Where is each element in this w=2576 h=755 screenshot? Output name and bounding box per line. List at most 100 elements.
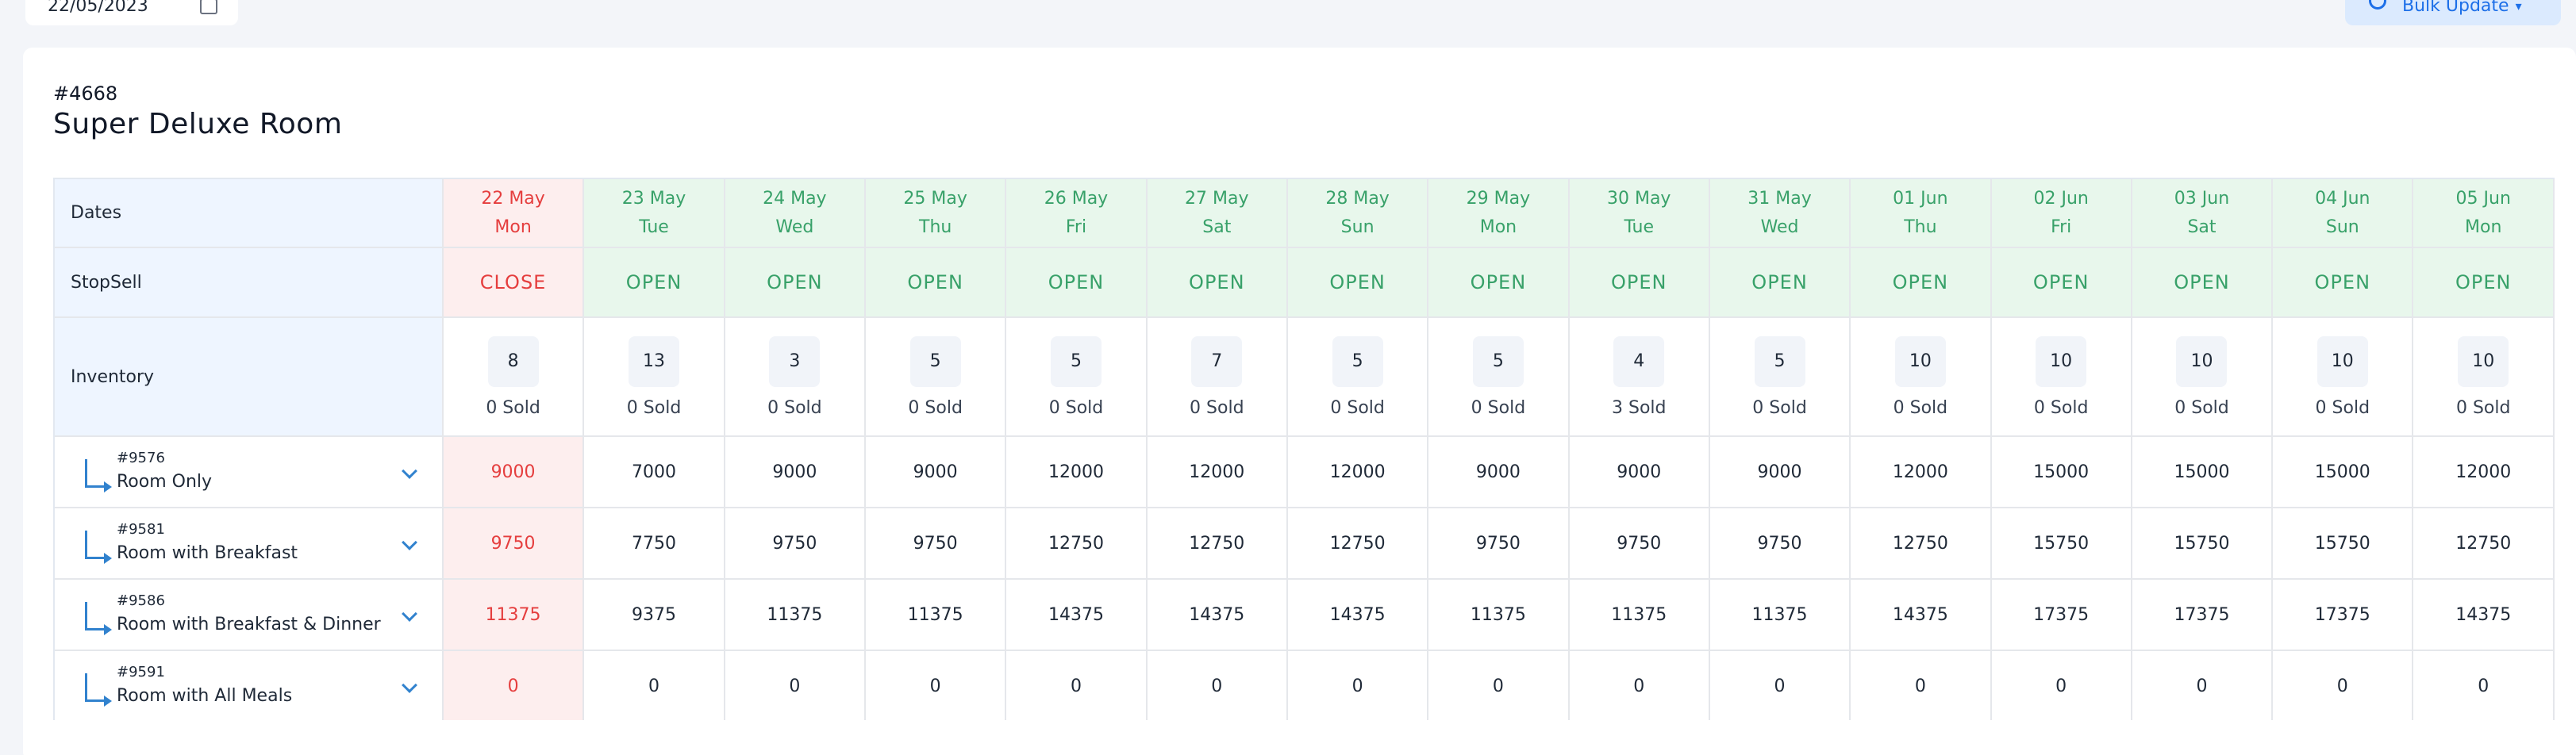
stopsell-cell[interactable]: OPEN bbox=[1850, 247, 1992, 318]
stopsell-toggle[interactable]: OPEN bbox=[1611, 271, 1667, 293]
rate-cell[interactable]: 0 bbox=[1146, 650, 1288, 720]
stopsell-toggle[interactable]: OPEN bbox=[1893, 271, 1948, 293]
rate-cell[interactable]: 0 bbox=[2413, 650, 2555, 720]
rate-cell[interactable]: 14375 bbox=[1850, 579, 1992, 651]
rate-value[interactable]: 12000 bbox=[1189, 462, 1244, 482]
rate-value[interactable]: 9000 bbox=[491, 462, 536, 482]
rate-cell[interactable]: 14375 bbox=[1146, 579, 1288, 651]
stopsell-toggle[interactable]: OPEN bbox=[1329, 271, 1385, 293]
rate-cell[interactable]: 0 bbox=[724, 650, 867, 720]
stopsell-toggle[interactable]: OPEN bbox=[2174, 271, 2229, 293]
rate-value[interactable]: 9750 bbox=[913, 534, 958, 554]
rate-value[interactable]: 15000 bbox=[2174, 462, 2229, 482]
stopsell-cell[interactable]: OPEN bbox=[1709, 247, 1851, 318]
rate-cell[interactable]: 14375 bbox=[1005, 579, 1148, 651]
rate-value[interactable]: 0 bbox=[508, 676, 519, 696]
chevron-down-icon[interactable] bbox=[401, 606, 417, 622]
rate-cell[interactable]: 0 bbox=[1850, 650, 1992, 720]
rate-cell[interactable]: 0 bbox=[2272, 650, 2414, 720]
rate-cell[interactable]: 12750 bbox=[1005, 508, 1148, 580]
rate-value[interactable]: 17375 bbox=[2033, 605, 2089, 625]
rate-value[interactable]: 0 bbox=[1493, 676, 1504, 696]
rate-plan-label[interactable]: #9581 Room with Breakfast bbox=[55, 508, 444, 580]
inventory-input[interactable]: 10 bbox=[2036, 335, 2087, 387]
rate-value[interactable]: 0 bbox=[2055, 676, 2067, 696]
rate-plan-label[interactable]: #9586 Room with Breakfast & Dinner bbox=[55, 579, 444, 651]
rate-value[interactable]: 12750 bbox=[2455, 534, 2511, 554]
rate-cell[interactable]: 0 bbox=[1568, 650, 1710, 720]
rate-cell[interactable]: 9000 bbox=[1568, 436, 1710, 508]
rate-cell[interactable]: 11375 bbox=[1428, 579, 1570, 651]
rate-value[interactable]: 9750 bbox=[491, 534, 536, 554]
rate-value[interactable]: 9750 bbox=[772, 534, 817, 554]
inventory-input[interactable]: 5 bbox=[1050, 335, 1102, 387]
rate-value[interactable]: 14375 bbox=[1893, 605, 1948, 625]
inventory-input[interactable]: 10 bbox=[1894, 335, 1946, 387]
rate-value[interactable]: 0 bbox=[1352, 676, 1363, 696]
rate-value[interactable]: 9750 bbox=[1617, 534, 1661, 554]
rate-cell[interactable]: 17375 bbox=[2272, 579, 2414, 651]
inventory-input[interactable]: 5 bbox=[1332, 335, 1383, 387]
rate-cell[interactable]: 9000 bbox=[442, 436, 585, 508]
rate-value[interactable]: 12000 bbox=[1048, 462, 1104, 482]
inventory-input[interactable]: 10 bbox=[2176, 335, 2228, 387]
rate-value[interactable]: 0 bbox=[1915, 676, 1926, 696]
rate-value[interactable]: 12000 bbox=[1330, 462, 1386, 482]
rate-value[interactable]: 14375 bbox=[1330, 605, 1386, 625]
stopsell-cell[interactable]: OPEN bbox=[1990, 247, 2132, 318]
rate-value[interactable]: 0 bbox=[1633, 676, 1644, 696]
rate-cell[interactable]: 12750 bbox=[2413, 508, 2555, 580]
stopsell-cell[interactable]: OPEN bbox=[2272, 247, 2414, 318]
rate-cell[interactable]: 7000 bbox=[583, 436, 725, 508]
stopsell-toggle[interactable]: OPEN bbox=[1048, 271, 1104, 293]
stopsell-cell[interactable]: OPEN bbox=[1428, 247, 1570, 318]
stopsell-toggle[interactable]: OPEN bbox=[907, 271, 963, 293]
rate-value[interactable]: 9000 bbox=[1476, 462, 1521, 482]
rate-cell[interactable]: 14375 bbox=[1286, 579, 1429, 651]
rate-cell[interactable]: 12000 bbox=[1146, 436, 1288, 508]
rate-value[interactable]: 0 bbox=[1211, 676, 1222, 696]
chevron-down-icon[interactable] bbox=[401, 463, 417, 479]
inventory-input[interactable]: 4 bbox=[1613, 335, 1665, 387]
inventory-input[interactable]: 3 bbox=[769, 335, 821, 387]
rate-plan-label[interactable]: #9576 Room Only bbox=[55, 436, 444, 508]
rate-value[interactable]: 9375 bbox=[632, 605, 676, 625]
chevron-down-icon[interactable] bbox=[401, 535, 417, 550]
stopsell-toggle[interactable]: OPEN bbox=[767, 271, 822, 293]
rate-cell[interactable]: 7750 bbox=[583, 508, 725, 580]
rate-value[interactable]: 0 bbox=[1071, 676, 1082, 696]
rate-cell[interactable]: 9000 bbox=[865, 436, 1007, 508]
rate-cell[interactable]: 0 bbox=[1428, 650, 1570, 720]
stopsell-cell[interactable]: OPEN bbox=[1005, 247, 1148, 318]
inventory-input[interactable]: 10 bbox=[2316, 335, 2368, 387]
stopsell-cell[interactable]: OPEN bbox=[1146, 247, 1288, 318]
rate-value[interactable]: 17375 bbox=[2315, 605, 2370, 625]
rate-value[interactable]: 9750 bbox=[1758, 534, 1802, 554]
stopsell-cell[interactable]: OPEN bbox=[2131, 247, 2274, 318]
rate-cell[interactable]: 12000 bbox=[1850, 436, 1992, 508]
inventory-input[interactable]: 8 bbox=[487, 335, 539, 387]
rate-value[interactable]: 12750 bbox=[1330, 534, 1386, 554]
stopsell-toggle[interactable]: CLOSE bbox=[480, 271, 547, 293]
rate-cell[interactable]: 15000 bbox=[1990, 436, 2132, 508]
date-input[interactable]: 22/05/2023 bbox=[25, 0, 238, 25]
rate-cell[interactable]: 9375 bbox=[583, 579, 725, 651]
chevron-down-icon[interactable] bbox=[401, 677, 417, 693]
rate-value[interactable]: 14375 bbox=[1189, 605, 1244, 625]
rate-value[interactable]: 14375 bbox=[2455, 605, 2511, 625]
rate-value[interactable]: 9000 bbox=[772, 462, 817, 482]
stopsell-toggle[interactable]: OPEN bbox=[1751, 271, 1807, 293]
rate-cell[interactable]: 0 bbox=[1709, 650, 1851, 720]
stopsell-toggle[interactable]: OPEN bbox=[626, 271, 682, 293]
rate-cell[interactable]: 9750 bbox=[1709, 508, 1851, 580]
rate-cell[interactable]: 11375 bbox=[1568, 579, 1710, 651]
rate-value[interactable]: 15000 bbox=[2033, 462, 2089, 482]
stopsell-cell[interactable]: OPEN bbox=[2413, 247, 2555, 318]
rate-value[interactable]: 0 bbox=[2196, 676, 2207, 696]
rate-value[interactable]: 15750 bbox=[2174, 534, 2229, 554]
rate-value[interactable]: 0 bbox=[789, 676, 800, 696]
rate-cell[interactable]: 0 bbox=[1286, 650, 1429, 720]
rate-value[interactable]: 7750 bbox=[632, 534, 676, 554]
rate-value[interactable]: 11375 bbox=[767, 605, 822, 625]
stopsell-toggle[interactable]: OPEN bbox=[2033, 271, 2089, 293]
